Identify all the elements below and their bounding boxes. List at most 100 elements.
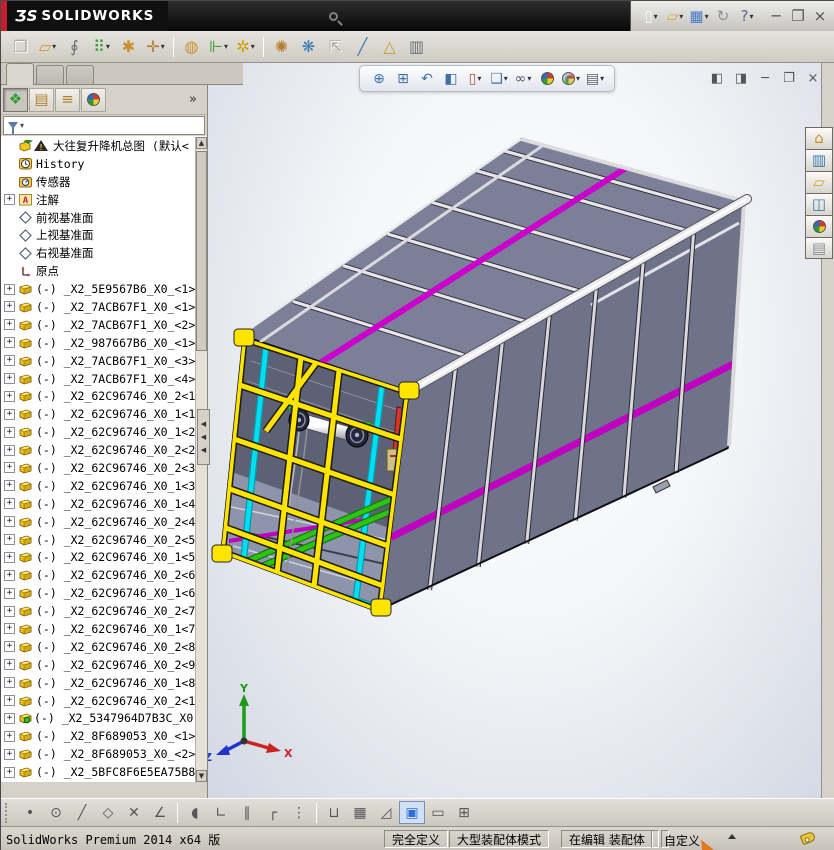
menu-item[interactable] xyxy=(182,1,200,31)
smart-components-button[interactable]: ⇱▾ xyxy=(322,34,349,60)
command-tab[interactable] xyxy=(6,63,34,85)
linear-component-pattern-button[interactable]: ⠿ ▾ xyxy=(88,34,115,60)
expander[interactable]: + xyxy=(4,677,15,689)
tree-row[interactable]: + A 注解 xyxy=(1,191,207,209)
expander[interactable]: + xyxy=(4,569,15,581)
hide-show-items-button[interactable]: ∞ ▾ xyxy=(511,67,535,90)
display-style-button[interactable]: ❑ ▾ xyxy=(487,67,511,90)
sketch-corner-button[interactable]: ┌▾ xyxy=(260,801,286,824)
expander[interactable]: + xyxy=(4,587,15,599)
help-button[interactable]: ? ▾ xyxy=(735,5,759,27)
expander[interactable]: + xyxy=(4,426,15,438)
expander[interactable]: + xyxy=(4,623,15,635)
toolbar-grip[interactable] xyxy=(5,802,9,823)
menu-item[interactable] xyxy=(308,1,326,31)
command-tab[interactable] xyxy=(66,65,94,84)
insert-components-button[interactable]: ❒▾ xyxy=(7,34,34,60)
expander[interactable]: + xyxy=(4,283,15,295)
configuration-manager-button[interactable]: ≡▾ xyxy=(55,87,80,112)
tree-row[interactable]: + 右视基准面 xyxy=(1,244,207,262)
view-settings-button[interactable]: ▤ ▾ xyxy=(583,67,607,90)
tree-row[interactable]: + (-) _X2_5BFC8F6E5EA75B8 xyxy=(1,763,207,781)
tree-row[interactable]: + (-) _X2_62C96746_X0_2<2 xyxy=(1,441,207,459)
sketch-parallel-button[interactable]: ∥▾ xyxy=(234,801,260,824)
tree-filter[interactable]: ▾ xyxy=(3,116,205,135)
expander[interactable]: + xyxy=(4,390,15,402)
minimize-button-button[interactable]: ─▾ xyxy=(765,6,787,26)
tree-row[interactable]: + 传感器 xyxy=(1,173,207,191)
propertymanager-button[interactable]: ▤▾ xyxy=(29,87,54,112)
panel-splitter[interactable]: ◀ ◀ ◀ xyxy=(197,409,210,465)
menu-item[interactable] xyxy=(200,1,218,31)
doc-minimize-button[interactable]: ─▾ xyxy=(755,69,775,87)
expander[interactable]: + xyxy=(4,498,15,510)
custom-properties-button[interactable]: ▤▾ xyxy=(805,237,833,259)
featuremanager-tree-button[interactable]: ❖▾ xyxy=(3,87,28,112)
tree-row[interactable]: + ! 大往复升降机总图 (默认< xyxy=(1,137,207,155)
expander[interactable]: + xyxy=(4,641,15,653)
viewport-single-button[interactable]: ▭▾ xyxy=(425,801,451,824)
menu-item[interactable] xyxy=(236,1,254,31)
appearances-scenes-button[interactable]: ▾ xyxy=(805,215,833,237)
sketch-polygon-button[interactable]: ◇▾ xyxy=(95,801,121,824)
filter-dropdown-icon[interactable]: ▾ xyxy=(20,121,24,130)
tree-row[interactable]: + (-) _X2_62C96746_X0_2<1 xyxy=(1,692,207,710)
expander[interactable]: + xyxy=(4,301,15,313)
sketch-line-button[interactable]: ╱▾ xyxy=(69,801,95,824)
tree-row[interactable]: + (-) _X2_7ACB67F1_X0_<4> xyxy=(1,370,207,388)
tree-row[interactable]: + (-) _X2_62C96746_X0_2<9 xyxy=(1,656,207,674)
expander[interactable]: + xyxy=(4,712,15,724)
tree-row[interactable]: + History xyxy=(1,155,207,173)
viewport-four-button[interactable]: ⊞▾ xyxy=(451,801,477,824)
tree-row[interactable]: + (-) _X2_987667B6_X0_<1> xyxy=(1,334,207,352)
expander[interactable]: + xyxy=(4,462,15,474)
tree-row[interactable]: + (-) _X2_62C96746_X0_1<8 xyxy=(1,674,207,692)
tree-row[interactable]: + (-) _X2_7ACB67F1_X0_<3> xyxy=(1,352,207,370)
tree-row[interactable]: + 前视基准面 xyxy=(1,209,207,227)
expander[interactable]: + xyxy=(4,695,15,707)
tree-row[interactable]: + (-) _X2_62C96746_X0_2<4 xyxy=(1,513,207,531)
expander[interactable]: + xyxy=(4,444,15,456)
rebuild-button[interactable]: ↻▾ xyxy=(711,5,735,27)
tree-row[interactable]: + (-) _X2_62C96746_X0_1<5 xyxy=(1,548,207,566)
expander[interactable]: + xyxy=(4,766,15,778)
tree-row[interactable]: + 上视基准面 xyxy=(1,226,207,244)
expander[interactable]: + xyxy=(4,480,15,492)
tree-row[interactable]: + (-) _X2_62C96746_X0_2<7 xyxy=(1,602,207,620)
doc-close-button[interactable]: ×▾ xyxy=(803,69,823,87)
tree-row[interactable]: + (-) _X2_62C96746_X0_2<5 xyxy=(1,531,207,549)
sketch-trim-button[interactable]: ✕▾ xyxy=(121,801,147,824)
show-hidden-components-button[interactable]: ◍▾ xyxy=(178,34,205,60)
menu-item[interactable] xyxy=(272,1,290,31)
expander[interactable]: + xyxy=(4,534,15,546)
tree-row[interactable]: + (-) _X2_62C96746_X0_2<6 xyxy=(1,566,207,584)
graphics-area[interactable]: Y X Z xyxy=(208,63,821,798)
bill-of-materials-button[interactable]: ✺▾ xyxy=(268,34,295,60)
view-orientation-button[interactable]: ▯ ▾ xyxy=(463,67,487,90)
reference-geometry-button[interactable]: ✲ ▾ xyxy=(232,34,259,60)
sketch-construction-button[interactable]: ⋮▾ xyxy=(286,801,312,824)
expander[interactable]: + xyxy=(4,659,15,671)
expander[interactable]: + xyxy=(4,730,15,742)
restore-button-button[interactable]: ❐▾ xyxy=(787,6,809,26)
sketch-relations-button[interactable]: ◿▾ xyxy=(373,801,399,824)
view-3d-mode-button[interactable]: ▣▾ xyxy=(399,801,425,824)
command-tab[interactable] xyxy=(36,65,64,84)
tree-row[interactable]: + (-) _X2_5E9567B6_X0_<1> xyxy=(1,280,207,298)
tree-row[interactable]: + (-) _X2_62C96746_X0_1<4 xyxy=(1,495,207,513)
tree-row[interactable]: + (-) _X2_62C96746_X0_2<8 xyxy=(1,638,207,656)
sketch-grid-button[interactable]: ▦▾ xyxy=(347,801,373,824)
measure-button[interactable]: ╱▾ xyxy=(349,34,376,60)
exploded-view-button[interactable]: ❋▾ xyxy=(295,34,322,60)
custom-dropdown-icon[interactable] xyxy=(728,834,736,839)
open-assembly-button[interactable]: ▱ ▾ xyxy=(34,34,61,60)
tree-row[interactable]: + (-) _X2_8F689053_X0_<1> xyxy=(1,727,207,745)
tree-row[interactable]: + (-) _X2_62C96746_X0_2<1 xyxy=(1,387,207,405)
sketch-point-button[interactable]: •▾ xyxy=(17,801,43,824)
search-icon[interactable] xyxy=(328,11,339,22)
sketch-mirror-button[interactable]: ◖▾ xyxy=(182,801,208,824)
open-document-button[interactable]: ▱ ▾ xyxy=(663,5,687,27)
new-document-button[interactable]: ▯ ▾ xyxy=(639,5,663,27)
preview-window-button[interactable]: ▥▾ xyxy=(403,34,430,60)
tree-row[interactable]: + (-) _X2_62C96746_X0_1<3 xyxy=(1,477,207,495)
